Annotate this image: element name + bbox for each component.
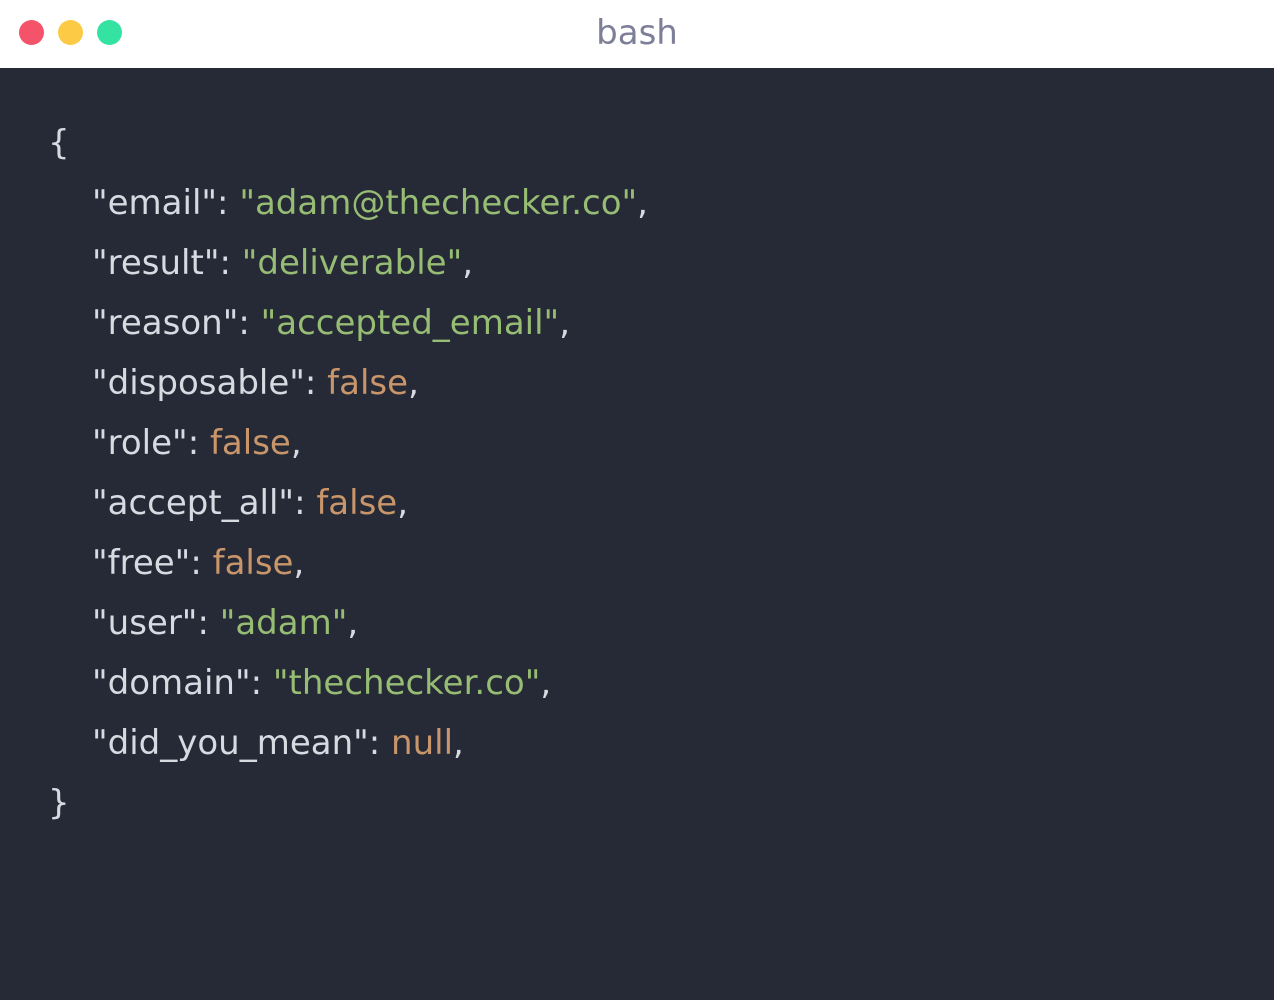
- comma-separator: ,: [347, 603, 359, 643]
- json-key: "reason": [92, 303, 239, 343]
- comma-separator: ,: [540, 663, 552, 703]
- comma-separator: ,: [290, 423, 302, 463]
- colon-separator: :: [217, 183, 240, 223]
- json-key: "disposable": [92, 363, 305, 403]
- comma-separator: ,: [397, 483, 409, 523]
- comma-separator: ,: [408, 363, 419, 403]
- json-entry: "user": "adam",: [48, 597, 648, 657]
- json-value: "adam@thechecker.co": [239, 183, 638, 223]
- terminal-window: bash { "email": "adam@thechecker.co", "re…: [0, 0, 1274, 1000]
- json-entry: "result": "deliverable",: [48, 237, 648, 297]
- colon-separator: :: [187, 423, 210, 463]
- json-entries: "email": "adam@thechecker.co", "result": …: [48, 177, 648, 777]
- json-value: false: [316, 483, 398, 523]
- colon-separator: :: [294, 483, 317, 523]
- comma-separator: ,: [559, 303, 571, 343]
- colon-separator: :: [368, 723, 392, 763]
- json-entry: "disposable": false,: [48, 357, 648, 417]
- open-brace: {: [48, 123, 70, 163]
- json-value: "thechecker.co": [272, 663, 541, 703]
- json-key: "accept_all": [92, 483, 295, 523]
- json-value: false: [327, 363, 409, 403]
- json-entry: "email": "adam@thechecker.co",: [48, 177, 648, 237]
- json-value: "adam": [219, 603, 348, 643]
- json-entry: "reason": "accepted_email",: [48, 297, 648, 357]
- comma-separator: ,: [453, 723, 464, 763]
- json-value: "accepted_email": [260, 303, 560, 343]
- json-key: "result": [92, 243, 220, 283]
- json-key: "role": [92, 423, 188, 463]
- json-value: null: [391, 723, 454, 763]
- json-entry: "role": false,: [48, 417, 648, 477]
- colon-separator: :: [304, 363, 328, 403]
- json-value: false: [209, 423, 291, 463]
- json-entry: "did_you_mean": null,: [48, 717, 648, 777]
- comma-separator: ,: [462, 243, 474, 283]
- colon-separator: :: [219, 243, 242, 283]
- json-key: "user": [92, 603, 198, 643]
- comma-separator: ,: [293, 543, 305, 583]
- json-entry: "free": false,: [48, 537, 648, 597]
- json-value: "deliverable": [241, 243, 463, 283]
- colon-separator: :: [197, 603, 220, 643]
- json-key: "domain": [92, 663, 251, 703]
- json-key: "free": [92, 543, 191, 583]
- json-value: false: [212, 543, 294, 583]
- json-entry: "accept_all": false,: [48, 477, 648, 537]
- json-key: "did_you_mean": [92, 723, 369, 763]
- comma-separator: ,: [637, 183, 648, 223]
- json-key: "email": [92, 183, 218, 223]
- colon-separator: :: [190, 543, 213, 583]
- window-title: bash: [596, 13, 678, 53]
- colon-separator: :: [250, 663, 273, 703]
- colon-separator: :: [238, 303, 261, 343]
- title-bar: bash: [0, 0, 1274, 68]
- json-entry: "domain": "thechecker.co",: [48, 657, 648, 717]
- close-brace: }: [48, 783, 70, 823]
- json-output: { "email": "adam@thechecker.co", "result"…: [48, 117, 648, 837]
